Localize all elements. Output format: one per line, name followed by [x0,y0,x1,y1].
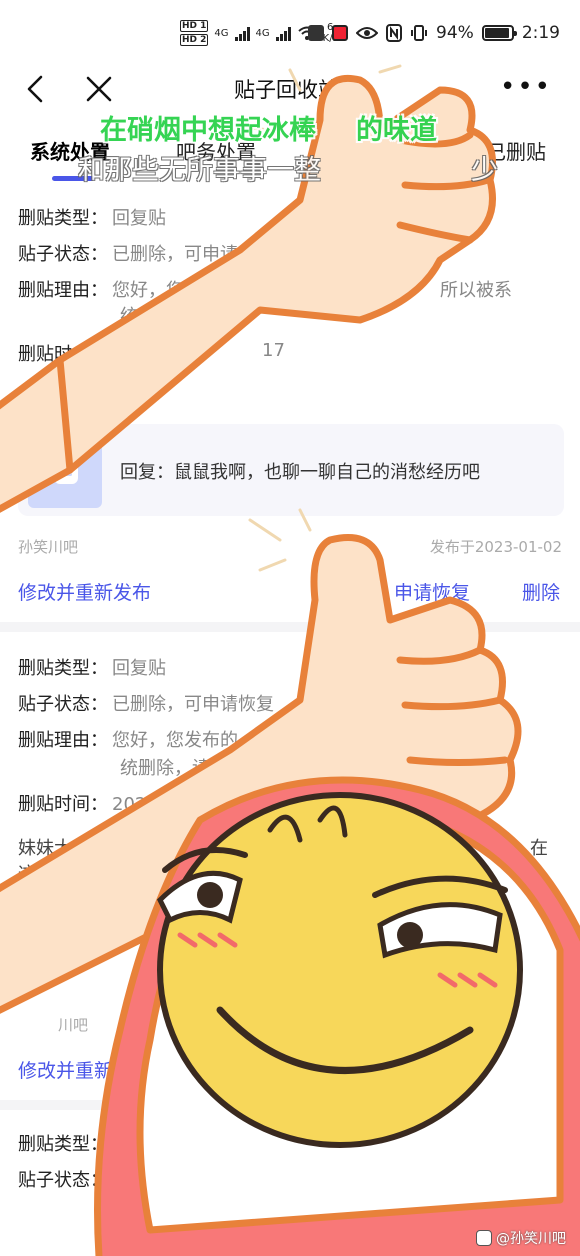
delete-reason-line2: 统删除，请 [120,758,210,779]
delete-type-value: 回复贴 [112,658,166,679]
meme-caption-line2: 和那些无所事事一整 少 [78,148,498,187]
signal-icon-1 [234,25,250,41]
forum-name[interactable]: 川吧 [58,1014,88,1035]
forum-name[interactable]: 孙笑川吧 [18,536,78,557]
edit-republish-button[interactable]: 修改并重新发 [18,1056,132,1083]
app-notification-red-icon [332,25,349,41]
delete-reason-line2-head: 统 [120,306,138,327]
meme-caption-line2-text: 和那些无所事事一整 [78,155,321,186]
edit-republish-button[interactable]: 修改并重新发布 [18,578,151,605]
delete-reason-label: 删贴理由： [18,280,108,301]
post-status-value: 已删除，可申请恢复 [112,694,274,715]
delete-reason-line1: 您好，您 [112,280,184,301]
tieba-logo-icon [476,1230,492,1246]
document-icon [54,458,78,484]
post-content-line2: 这样 [18,864,54,885]
delete-type-row: 删贴类型： 回复贴 [18,654,166,680]
battery-icon [481,25,517,41]
post-content-line1-tail: 在 [530,838,548,859]
delete-type-value: 回复贴 [112,208,166,229]
close-icon[interactable] [84,74,114,104]
delete-time-label: 删贴时间： [18,794,108,815]
meme-caption-line1-tail: 的味道 [356,115,437,146]
delete-button[interactable]: 删除 [522,578,560,605]
watermark: @孙笑川吧 [476,1228,566,1248]
reference-text: 回复：鼠鼠我啊，也聊一聊自己的消愁经历吧 [120,462,480,483]
delete-type-label: 删贴类型： [18,208,108,229]
delete-reason-label: 删贴理由： [18,730,108,751]
post-status-row: 贴子状态： 已删除，可申请 [18,240,238,266]
request-restore-button[interactable]: 申请恢复 [394,578,470,605]
delete-type-label: 删贴类型： [18,658,108,679]
back-arrow-icon[interactable] [22,74,52,104]
section-divider [0,1100,580,1110]
deleted-post-card-2: 删贴类型： 回复贴 贴子状态： 已删除，可申请恢复 删贴理由： 您好，您发布的 统删除… [0,632,580,1102]
delete-time-row: 删贴时间： 2023 [18,790,158,816]
clock: 2:19 [521,23,560,43]
hd1-badge: HD 1 [180,20,209,32]
meme-caption-line1: 在硝烟中想起冰棒 的味道 [100,108,437,147]
delete-time-value: 17 [262,340,285,361]
post-status-row: 贴子状态： 已删除，可申请恢复 [18,690,274,716]
meme-caption-line2-tail: 少 [471,155,498,186]
eye-icon [356,27,379,39]
post-content-line1: 妹妹大大 [18,838,90,859]
app-notification-icon [308,25,325,41]
delete-time-value: 2023 [112,794,158,815]
network-type-1: 4G [214,27,229,39]
delete-reason-line1: 您好，您发布的 [112,730,238,751]
vibrate-icon [411,25,428,41]
watermark-text: @孙笑川吧 [496,1231,566,1247]
original-post-reference[interactable]: 回复：鼠鼠我啊，也聊一聊自己的消愁经历吧 [18,424,564,516]
page-title: 贴子回收站 [234,78,339,102]
post-status-label: 贴子状态： [18,694,108,715]
post-status-label: 贴子状态： [18,1170,108,1191]
publish-date: 发布于2023-01-02 [429,538,562,556]
section-divider [0,622,580,632]
delete-type-label: 删贴类型： [18,1134,108,1155]
hd2-badge: HD 2 [180,34,209,46]
network-type-2: 4G [255,27,270,39]
signal-icon-2 [275,25,291,41]
delete-reason-row: 删贴理由： 您好，您 [18,276,184,302]
reference-thumbnail [28,434,102,508]
meme-caption-line1-text: 在硝烟中想起冰棒 [100,115,316,146]
delete-reason-line2-tail: 哦~ [318,300,348,319]
delete-reason-line1-tail: 所以被系 [440,280,512,301]
more-options-icon[interactable]: ••• [500,74,552,100]
battery-percent: 94% [436,23,474,43]
post-content: [图片] [18,388,69,409]
post-status-label: 贴子状态： [18,244,108,265]
deleted-post-card-1: 删贴类型： 回复贴 贴子状态： 已删除，可申请 删贴理由： 您好，您 所以被系 统 哦… [0,190,580,630]
delete-time-row: 删贴时 [18,340,72,366]
delete-type-row: 删贴类型： 回复贴 [18,204,166,230]
delete-reason-row: 删贴理由： 您好，您发布的 [18,726,238,752]
status-right: 94% 2:19 [308,18,560,48]
post-status-value: 已删除，可申请 [112,244,238,265]
delete-time-label: 删贴时 [18,344,72,365]
nfc-icon [386,24,403,42]
status-bar: HD 1 HD 2 4G 4G 6 K/s 94% 2:19 [0,0,580,62]
